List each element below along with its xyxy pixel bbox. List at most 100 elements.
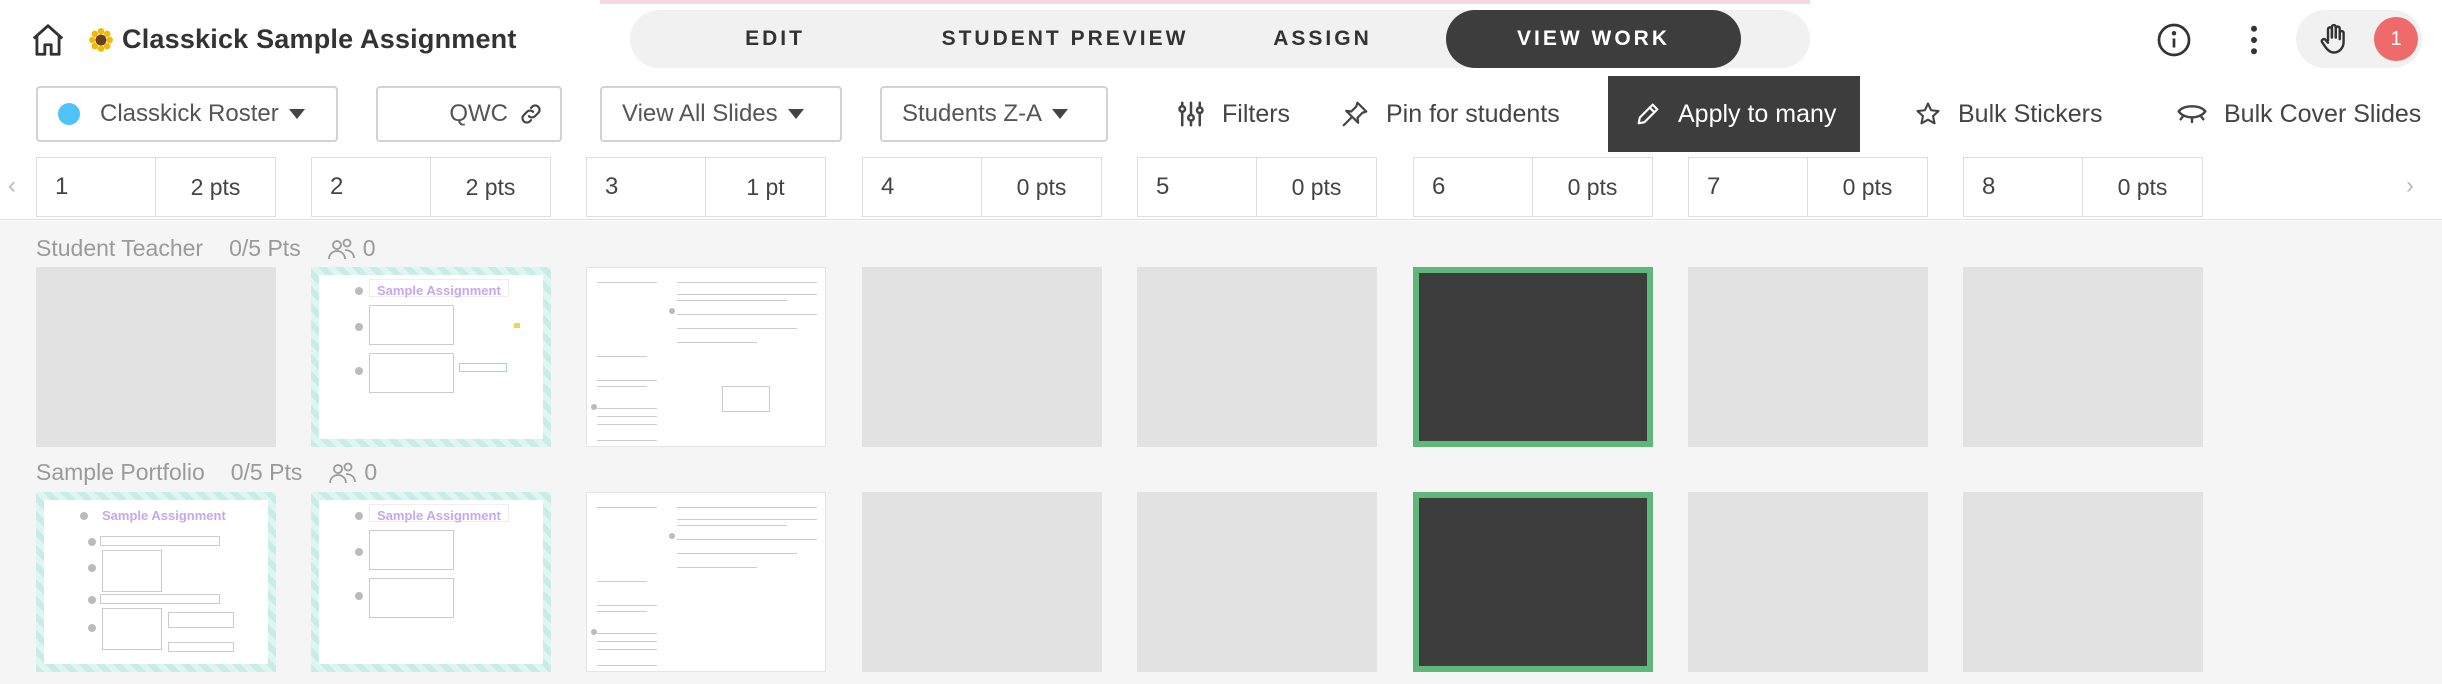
slide-element (355, 367, 363, 375)
student-score: 0/5 Pts (229, 235, 301, 261)
scroll-left-button[interactable]: ‹ (0, 152, 24, 220)
student-slide-thumbnail[interactable] (1137, 492, 1377, 672)
student-slide-thumbnail[interactable] (36, 267, 276, 447)
info-button[interactable] (2152, 18, 2196, 62)
slide-number[interactable]: 2 (311, 157, 431, 217)
slide-number[interactable]: 8 (1963, 157, 2083, 217)
student-slide-thumbnail[interactable]: Sample Assignment (311, 267, 551, 447)
slide-element (88, 564, 96, 572)
slide-element (669, 308, 675, 314)
student-row-label[interactable]: Student Teacher 0/5 Pts 0 (36, 235, 376, 262)
slide-element (677, 539, 817, 540)
slides-filter-dropdown[interactable]: View All Slides (600, 86, 842, 142)
student-slide-thumbnail[interactable] (1688, 267, 1928, 447)
slide-element (168, 612, 234, 628)
slide-number[interactable]: 6 (1413, 157, 1533, 217)
slide-number[interactable]: 7 (1688, 157, 1808, 217)
slide-number[interactable]: 1 (36, 157, 156, 217)
slide-column-2: 2 2 pts (311, 157, 551, 217)
slide-element (591, 629, 597, 635)
student-slide-thumbnail[interactable] (1137, 267, 1377, 447)
student-slide-thumbnail[interactable] (586, 492, 826, 672)
sliders-icon (1178, 101, 1204, 127)
pin-for-students-button[interactable]: Pin for students (1340, 76, 1560, 152)
slide-element (597, 507, 657, 508)
slide-element (597, 380, 657, 381)
slide-element (102, 550, 162, 592)
slide-element (677, 553, 797, 554)
more-vertical-icon (2251, 25, 2257, 55)
slide-element (597, 641, 657, 642)
slide-preview: Sample Assignment (319, 500, 543, 664)
apply-to-many-button[interactable]: Apply to many (1608, 76, 1860, 152)
slide-column-1: 1 2 pts (36, 157, 276, 217)
assignment-title-text: Classkick Sample Assignment (122, 24, 517, 54)
class-code-text: QWC (449, 100, 508, 127)
home-button[interactable] (26, 18, 70, 62)
slide-element (369, 578, 454, 618)
student-slide-thumbnail[interactable] (1963, 267, 2203, 447)
roster-dropdown-label: Classkick Roster (100, 100, 279, 127)
assignment-title: Classkick Sample Assignment (88, 24, 517, 55)
slide-element (597, 605, 657, 606)
slide-element (369, 305, 454, 345)
slide-element (88, 538, 96, 546)
bulk-stickers-button[interactable]: Bulk Stickers (1914, 76, 2102, 152)
tab-view-work[interactable]: VIEW WORK (1446, 10, 1741, 68)
slide-number[interactable]: 5 (1137, 157, 1257, 217)
tab-edit[interactable]: EDIT (630, 10, 920, 68)
slide-points[interactable]: 1 pt (706, 157, 826, 217)
slide-number[interactable]: 4 (862, 157, 982, 217)
slide-element (669, 533, 675, 539)
student-slide-thumbnail[interactable]: Sample Assignment (36, 492, 276, 672)
slide-element (677, 342, 757, 343)
sort-dropdown[interactable]: Students Z-A (880, 86, 1108, 142)
student-slide-thumbnail[interactable] (862, 492, 1102, 672)
info-icon (2157, 23, 2191, 57)
student-row-label[interactable]: Sample Portfolio 0/5 Pts 0 (36, 459, 377, 486)
sunflower-icon (89, 27, 113, 52)
slide-element (100, 536, 220, 546)
slide-points[interactable]: 0 pts (1808, 157, 1928, 217)
slide-column-5: 5 0 pts (1137, 157, 1377, 217)
slide-element (597, 440, 657, 441)
slide-element (597, 282, 657, 283)
home-icon (32, 24, 64, 56)
slide-element (677, 567, 757, 568)
slide-points[interactable]: 2 pts (431, 157, 551, 217)
class-code-button[interactable]: QWC (376, 86, 562, 142)
slide-points[interactable]: 0 pts (2083, 157, 2203, 217)
roster-color-dot (58, 103, 80, 125)
more-options-button[interactable] (2232, 18, 2276, 62)
tab-assign[interactable]: ASSIGN (1210, 10, 1435, 68)
filters-button[interactable]: Filters (1176, 76, 1290, 152)
toolbar: Classkick Roster QWC View All Slides Stu… (0, 76, 2442, 152)
student-slide-thumbnail[interactable]: Sample Assignment (311, 492, 551, 672)
tab-student-preview[interactable]: STUDENT PREVIEW (920, 10, 1210, 68)
slide-points[interactable]: 0 pts (1533, 157, 1653, 217)
student-slide-thumbnail[interactable] (1688, 492, 1928, 672)
slide-column-3: 3 1 pt (586, 157, 826, 217)
slide-points[interactable]: 0 pts (982, 157, 1102, 217)
student-slide-thumbnail[interactable] (1963, 492, 2203, 672)
bulk-cover-slides-button[interactable]: Bulk Cover Slides (2176, 76, 2421, 152)
slide-number[interactable]: 3 (586, 157, 706, 217)
student-slide-thumbnail-selected[interactable] (1413, 267, 1653, 447)
scroll-right-button[interactable]: › (2398, 152, 2422, 220)
mode-tabs: EDIT STUDENT PREVIEW ASSIGN VIEW WORK (630, 10, 1810, 68)
student-slide-thumbnail[interactable] (862, 267, 1102, 447)
slide-element (355, 548, 363, 556)
student-slide-thumbnail[interactable] (586, 267, 826, 447)
pencil-icon (1637, 103, 1659, 125)
slide-element (80, 512, 88, 520)
slide-points[interactable]: 2 pts (156, 157, 276, 217)
slide-element (677, 507, 817, 508)
slide-element (514, 323, 520, 328)
pin-button-label: Pin for students (1386, 99, 1560, 128)
roster-dropdown[interactable]: Classkick Roster (36, 86, 338, 142)
student-slide-thumbnail-selected[interactable] (1413, 492, 1653, 672)
slide-points[interactable]: 0 pts (1257, 157, 1377, 217)
help-requests-button[interactable]: 1 (2296, 10, 2422, 68)
help-count: 0 (327, 235, 376, 262)
raised-hand-icon (2320, 23, 2345, 54)
